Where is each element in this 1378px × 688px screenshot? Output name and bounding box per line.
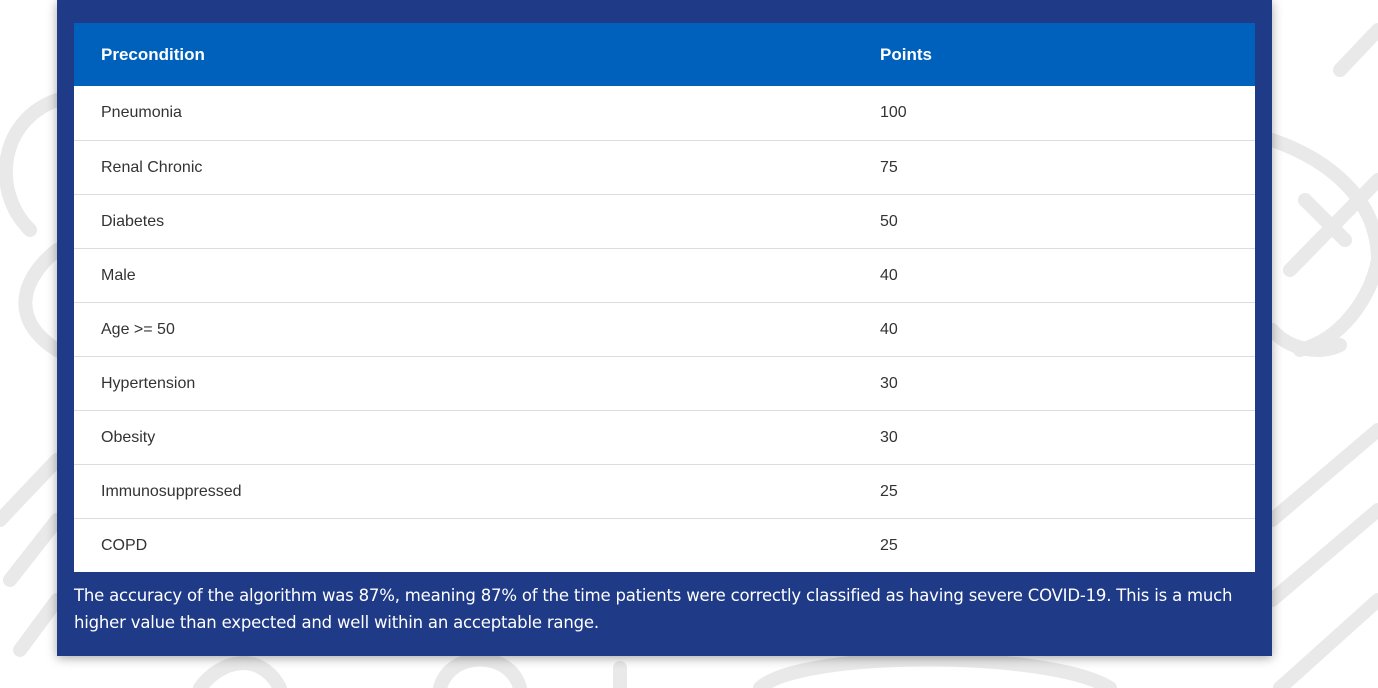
points-cell: 40: [853, 248, 1255, 303]
table-row: COPD 25: [74, 518, 1255, 572]
table-row: Diabetes 50: [74, 194, 1255, 249]
points-cell: 25: [853, 518, 1255, 572]
precondition-cell: Age >= 50: [74, 302, 853, 357]
table-row: Obesity 30: [74, 410, 1255, 465]
table-row: Male 40: [74, 248, 1255, 303]
table-row: Age >= 50 40: [74, 302, 1255, 357]
table-row: Hypertension 30: [74, 356, 1255, 411]
table-row: Pneumonia 100: [74, 86, 1255, 141]
truncated-paragraph: [74, 0, 79, 10]
points-cell: 100: [880, 104, 907, 121]
table-row: Immunosuppressed 25: [74, 464, 1255, 519]
precondition-cell: Renal Chronic: [74, 140, 853, 195]
precondition-cell: Diabetes: [74, 194, 853, 249]
points-cell: 30: [853, 410, 1255, 465]
points-cell: 30: [853, 356, 1255, 411]
points-cell: 25: [853, 464, 1255, 519]
points-cell: 75: [853, 140, 1255, 195]
header-points: Points: [853, 23, 1255, 86]
precondition-cell: Hypertension: [74, 356, 853, 411]
points-cell: 40: [853, 302, 1255, 357]
preconditions-table: Precondition Points Pneumonia 100 Renal …: [74, 23, 1255, 572]
precondition-cell: COPD: [74, 518, 853, 572]
precondition-cell: Obesity: [74, 410, 853, 465]
table-row: Renal Chronic 75: [74, 140, 1255, 195]
points-cell: 50: [853, 194, 1255, 249]
precondition-cell: Immunosuppressed: [74, 464, 853, 519]
accuracy-paragraph: The accuracy of the algorithm was 87%, m…: [74, 586, 1233, 632]
precondition-cell: Male: [74, 248, 853, 303]
header-precondition: Precondition: [74, 23, 853, 86]
content-card: Precondition Points Pneumonia 100 Renal …: [57, 0, 1272, 656]
table-header-row: Precondition Points: [74, 23, 1255, 86]
precondition-cell: Pneumonia: [101, 104, 182, 121]
